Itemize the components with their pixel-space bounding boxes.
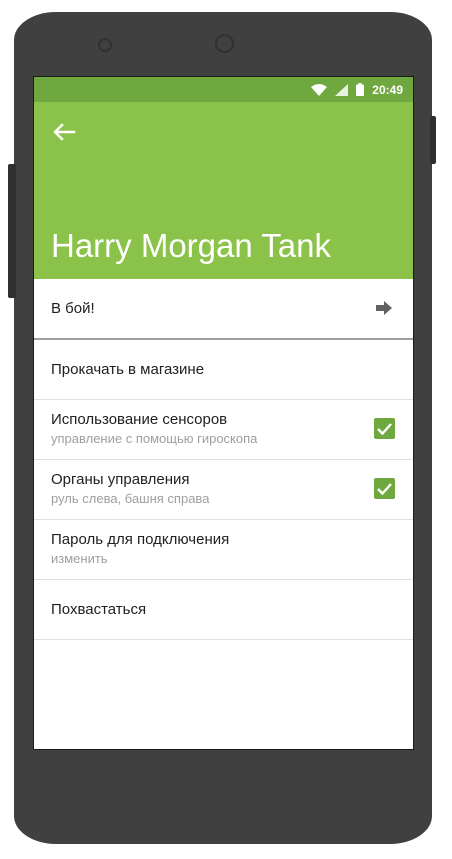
status-time: 20:49 [372,82,403,97]
power-button [430,116,436,164]
sensors-checkbox[interactable] [374,418,395,439]
menu-item-sublabel: изменить [51,551,108,566]
status-bar: 20:49 [34,77,413,102]
app-bar: Harry Morgan Tank [34,102,413,279]
menu-item-label: Использование сенсоров [51,411,228,428]
menu-item-sensors[interactable]: Использование сенсоров управление с помо… [34,400,413,460]
status-icons: 20:49 [311,77,403,102]
checkmark-icon [377,483,392,496]
menu-item-sublabel: руль слева, башня справа [51,491,210,506]
menu-item-label: В бой! [51,300,95,317]
menu-item-label: Пароль для подключения [51,531,230,548]
speaker [98,38,112,52]
menu-item-sublabel: управление с помощью гироскопа [51,431,258,446]
front-camera [215,34,234,53]
menu-item-connection-password[interactable]: Пароль для подключения изменить [34,520,413,580]
menu-list: В бой! Прокачать в магазине Использовани… [34,279,413,640]
wifi-icon [311,83,328,96]
checkmark-icon [377,423,392,436]
screen: 20:49 Harry Morgan Tank В бой! Прокачать… [33,76,414,750]
arrow-right-icon [376,301,392,315]
back-arrow-icon[interactable] [52,122,76,142]
battery-icon [356,83,365,96]
menu-item-share[interactable]: Похвастаться [34,580,413,640]
volume-button [8,164,16,298]
signal-icon [335,83,349,96]
menu-item-label: Похвастаться [51,601,147,618]
menu-item-label: Прокачать в магазине [51,361,205,378]
menu-item-battle[interactable]: В бой! [34,279,413,340]
menu-item-label: Органы управления [51,471,190,488]
menu-item-controls[interactable]: Органы управления руль слева, башня спра… [34,460,413,520]
controls-checkbox[interactable] [374,478,395,499]
menu-item-upgrade-shop[interactable]: Прокачать в магазине [34,340,413,400]
page-title: Harry Morgan Tank [51,227,332,264]
